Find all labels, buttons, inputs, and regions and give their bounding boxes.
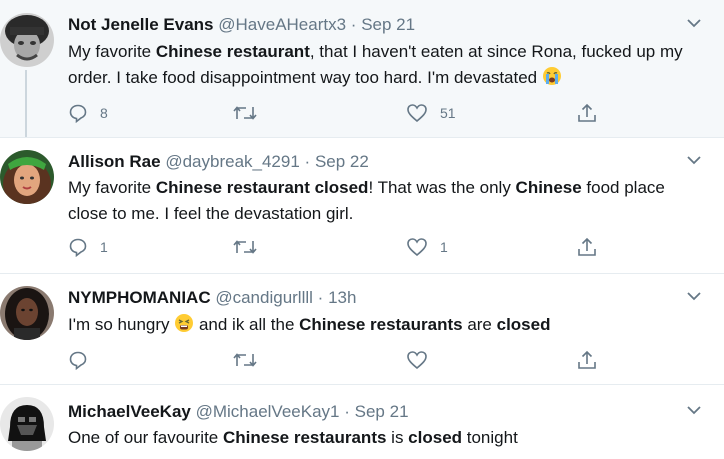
- reply-icon: [69, 238, 87, 257]
- text-highlight: Chinese restaurant closed: [155, 178, 369, 197]
- chevron-down-icon[interactable]: [686, 402, 702, 418]
- retweet-icon: [233, 240, 257, 254]
- reply-icon: [69, 351, 87, 370]
- text-segment: One of our favourite: [68, 428, 223, 447]
- separator-dot: ·: [344, 402, 350, 421]
- retweet-button[interactable]: [232, 100, 270, 126]
- reply-count: 1: [100, 239, 108, 255]
- tweet-header: Allison Rae @daybreak_4291 · Sep 22: [68, 152, 369, 172]
- separator-dot: ·: [350, 15, 357, 34]
- timestamp[interactable]: Sep 21: [355, 402, 409, 421]
- share-icon: [578, 237, 596, 256]
- tweet-actions: [68, 347, 608, 373]
- heart-icon: [407, 351, 427, 370]
- avatar-image: [0, 13, 54, 67]
- text-segment: My favorite: [68, 42, 156, 61]
- loudly-crying-face-icon: [542, 67, 561, 85]
- reply-button[interactable]: 1: [68, 234, 108, 260]
- tweet[interactable]: MichaelVeeKay @MichaelVeeKay1 · Sep 21 O…: [0, 385, 724, 459]
- text-highlight: Chinese restaurant: [155, 42, 310, 61]
- text-segment: tonight: [462, 428, 518, 447]
- display-name[interactable]: NYMPHOMANIAC: [68, 288, 211, 307]
- display-name[interactable]: Allison Rae: [68, 152, 161, 171]
- text-segment: ! That was the only: [368, 178, 516, 197]
- tweet[interactable]: Allison Rae @daybreak_4291 · Sep 22 My f…: [0, 138, 724, 273]
- text-segment: I'm so hungry: [68, 315, 175, 334]
- tweet-actions: 1 1: [68, 234, 608, 260]
- tweet-header: NYMPHOMANIAC @candigurllll · 13h: [68, 288, 356, 308]
- avatar[interactable]: [0, 13, 54, 67]
- avatar-image: [0, 286, 54, 340]
- tweet[interactable]: NYMPHOMANIAC @candigurllll · 13h I'm so …: [0, 274, 724, 384]
- share-icon: [578, 350, 596, 369]
- text-highlight: closed: [496, 315, 551, 334]
- tweet-text: One of our favourite Chinese restaurants…: [68, 425, 708, 451]
- heart-icon: [407, 104, 427, 123]
- timestamp[interactable]: Sep 21: [361, 15, 415, 34]
- handle[interactable]: @HaveAHeartx3: [218, 15, 346, 34]
- like-count: 51: [440, 105, 456, 121]
- tweet-header: Not Jenelle Evans @HaveAHeartx3 · Sep 21: [68, 15, 415, 35]
- chevron-down-icon[interactable]: [686, 152, 702, 168]
- text-highlight: Chinese restaurants: [222, 428, 387, 447]
- retweet-button[interactable]: [232, 347, 270, 373]
- text-highlight: closed: [408, 428, 463, 447]
- share-button[interactable]: [576, 234, 598, 260]
- tweet-header: MichaelVeeKay @MichaelVeeKay1 · Sep 21: [68, 402, 409, 422]
- tweet-text: My favorite Chinese restaurant closed! T…: [68, 175, 708, 227]
- heart-icon: [407, 238, 427, 257]
- text-highlight: Chinese: [515, 178, 582, 197]
- separator-dot: ·: [304, 152, 311, 171]
- text-segment: are: [462, 315, 497, 334]
- tweet[interactable]: Not Jenelle Evans @HaveAHeartx3 · Sep 21…: [0, 0, 724, 137]
- avatar-image: [0, 397, 54, 451]
- tweet-text: I'm so hungry and ik all the Chinese res…: [68, 312, 708, 338]
- tweet-text: My favorite Chinese restaurant, that I h…: [68, 39, 708, 91]
- handle[interactable]: @MichaelVeeKay1: [196, 402, 340, 421]
- text-highlight: Chinese restaurants: [299, 315, 463, 334]
- reply-icon: [69, 104, 87, 123]
- chevron-down-icon[interactable]: [686, 288, 702, 304]
- retweet-icon: [233, 106, 257, 120]
- timestamp[interactable]: 13h: [328, 288, 356, 307]
- tired-face-icon: [175, 314, 194, 332]
- timestamp[interactable]: Sep 22: [315, 152, 369, 171]
- chevron-down-icon[interactable]: [686, 15, 702, 31]
- retweet-icon: [233, 353, 257, 367]
- avatar[interactable]: [0, 286, 54, 340]
- handle[interactable]: @daybreak_4291: [165, 152, 299, 171]
- display-name[interactable]: MichaelVeeKay: [68, 402, 191, 421]
- like-button[interactable]: 1: [406, 234, 448, 260]
- reply-count: 8: [100, 105, 108, 121]
- text-segment: My favorite: [68, 178, 156, 197]
- like-button[interactable]: [406, 347, 440, 373]
- avatar-image: [0, 150, 54, 204]
- reply-button[interactable]: [68, 347, 100, 373]
- text-segment: is: [386, 428, 409, 447]
- text-segment: and ik all the: [194, 315, 300, 334]
- thread-line: [25, 70, 27, 137]
- like-count: 1: [440, 239, 448, 255]
- like-button[interactable]: 51: [406, 100, 456, 126]
- share-button[interactable]: [576, 347, 598, 373]
- display-name[interactable]: Not Jenelle Evans: [68, 15, 214, 34]
- share-button[interactable]: [576, 100, 598, 126]
- avatar[interactable]: [0, 397, 54, 451]
- tweet-actions: 8 51: [68, 100, 608, 126]
- reply-button[interactable]: 8: [68, 100, 108, 126]
- avatar[interactable]: [0, 150, 54, 204]
- separator-dot: ·: [317, 288, 324, 307]
- retweet-button[interactable]: [232, 234, 270, 260]
- share-icon: [578, 103, 596, 122]
- handle[interactable]: @candigurllll: [215, 288, 313, 307]
